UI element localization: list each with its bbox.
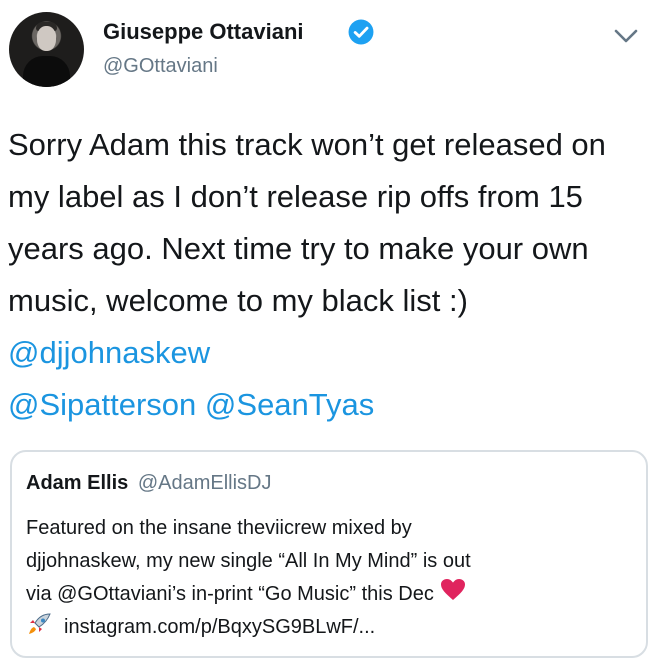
verified-badge-icon — [348, 19, 374, 45]
tweet-text-body: Sorry Adam this track won’t get released… — [8, 127, 606, 318]
quoted-tweet-header: Adam Ellis @AdamEllisDJ — [26, 472, 272, 495]
quoted-text-line-content: djjohnaskew, my new single “All In My Mi… — [26, 550, 471, 572]
author-display-name[interactable]: Giuseppe Ottaviani — [103, 19, 304, 45]
tweet-card: Giuseppe Ottaviani @GOttaviani Sorry Ada… — [0, 0, 659, 666]
quoted-tweet-text: Featured on the insane theviicrew mixed … — [26, 512, 626, 644]
red-heart-icon — [440, 579, 465, 600]
quoted-author-name: Adam Ellis — [26, 472, 129, 494]
chevron-down-icon[interactable] — [612, 26, 640, 46]
mention-link[interactable]: @Sipatterson — [8, 387, 196, 422]
tweet-text: Sorry Adam this track won’t get released… — [8, 119, 648, 431]
quoted-text-line-content: via @GOttaviani’s in-print “Go Music” th… — [26, 583, 434, 605]
quoted-text-line: Featured on the insane theviicrew mixed … — [26, 512, 626, 545]
mention-link[interactable]: @SeanTyas — [205, 387, 374, 422]
quoted-author-handle: @AdamEllisDJ — [137, 472, 272, 494]
avatar[interactable] — [9, 12, 84, 87]
rocket-icon — [29, 613, 51, 634]
avatar-jacket — [23, 56, 70, 87]
quoted-tweet[interactable]: Adam Ellis @AdamEllisDJ Featured on the … — [10, 450, 648, 658]
quoted-text-line: djjohnaskew, my new single “All In My Mi… — [26, 545, 626, 578]
quoted-text-line: via @GOttaviani’s in-print “Go Music” th… — [26, 578, 626, 611]
quoted-text-line: instagram.com/p/BqxySG9BLwF/... — [26, 611, 626, 644]
author-handle[interactable]: @GOttaviani — [103, 55, 218, 78]
quoted-text-line-content: Featured on the insane theviicrew mixed … — [26, 517, 412, 539]
mention-link[interactable]: @djjohnaskew — [8, 335, 210, 370]
quoted-link[interactable]: instagram.com/p/BqxySG9BLwF/... — [64, 616, 375, 638]
avatar-face — [37, 26, 56, 51]
